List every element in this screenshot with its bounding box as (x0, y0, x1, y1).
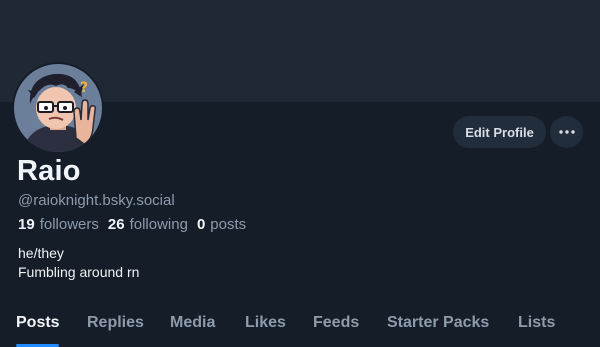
tab-lists[interactable]: Lists (518, 314, 555, 332)
edit-profile-button[interactable]: Edit Profile (453, 116, 546, 148)
profile-tabs: Posts Replies Media Likes Feeds Starter … (0, 305, 600, 347)
profile-page: ? Edit Profile Raio @raioknight.bsky.soc… (0, 0, 600, 347)
posts-label: posts (210, 216, 247, 233)
avatar-illustration: ? (14, 64, 102, 152)
following-count: 26 (107, 216, 125, 233)
tab-media[interactable]: Media (170, 314, 215, 332)
followers-link[interactable]: 19 followers (18, 216, 99, 233)
profile-bio: he/they Fumbling around rn (18, 244, 139, 282)
tab-likes[interactable]: Likes (245, 314, 286, 332)
display-name: Raio (17, 155, 81, 187)
more-options-button[interactable] (550, 116, 583, 148)
followers-label: followers (39, 216, 99, 233)
bio-line: he/they (18, 245, 64, 261)
tab-feeds[interactable]: Feeds (313, 314, 359, 332)
svg-text:?: ? (80, 80, 88, 96)
followers-count: 19 (18, 216, 35, 233)
profile-handle: @raioknight.bsky.social (18, 192, 175, 209)
profile-stats: 19 followers 26 following 0 posts (18, 216, 246, 233)
following-label: following (129, 216, 188, 233)
posts-count: 0 (196, 216, 206, 233)
avatar[interactable]: ? (12, 62, 104, 154)
tab-replies[interactable]: Replies (87, 314, 144, 332)
ellipsis-icon (558, 130, 575, 134)
tab-starter-packs[interactable]: Starter Packs (387, 314, 489, 332)
following-link[interactable]: 26 following (108, 216, 188, 233)
bio-line: Fumbling around rn (18, 264, 140, 280)
posts-stat: 0 posts (197, 216, 246, 233)
tab-posts[interactable]: Posts (16, 314, 60, 332)
